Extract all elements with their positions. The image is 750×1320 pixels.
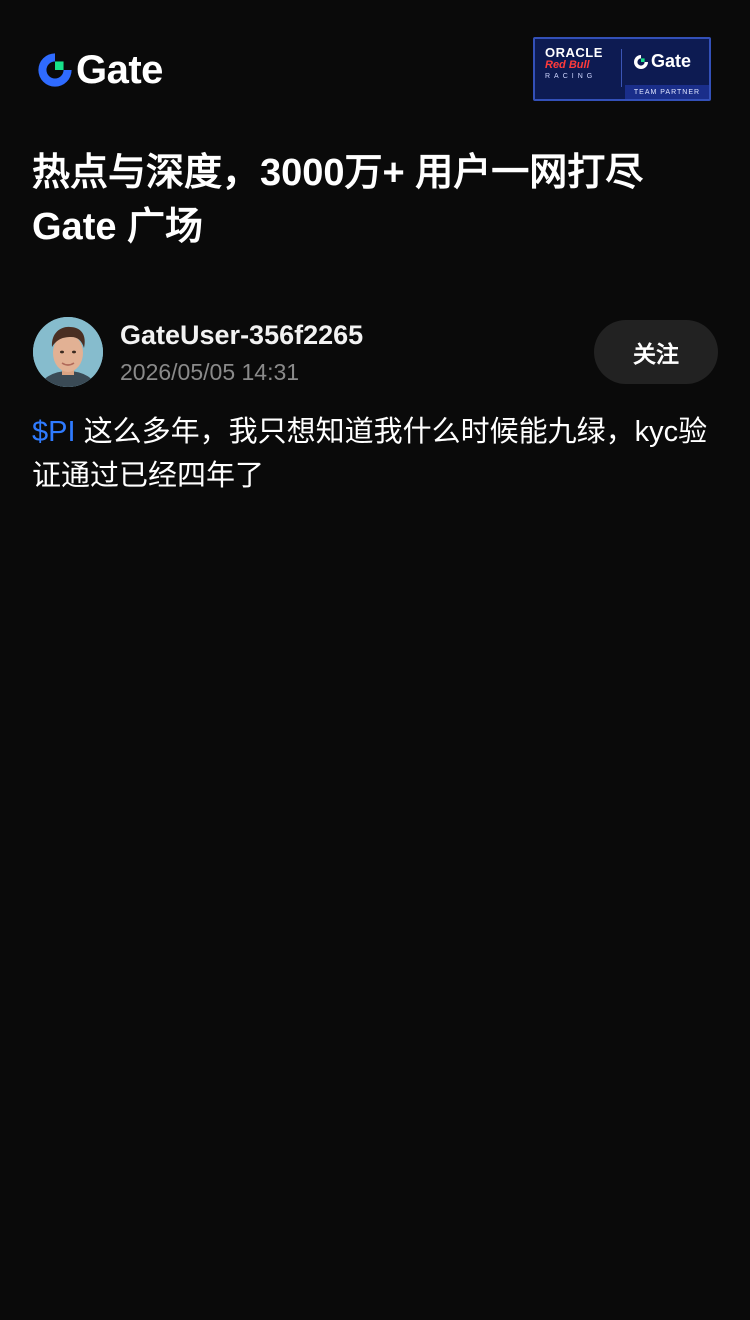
post-author-name[interactable]: GateUser-356f2265	[120, 318, 363, 352]
headline-line-1: 热点与深度，3000万+ 用户一网打尽	[32, 152, 644, 194]
page-headline: 热点与深度，3000万+ 用户一网打尽 Gate 广场	[32, 146, 722, 254]
follow-button[interactable]: 关注	[594, 320, 718, 384]
avatar-portrait-icon	[33, 317, 103, 387]
ticker-link[interactable]: $PI	[32, 416, 76, 448]
racing-text: RACING	[545, 73, 597, 80]
gate-logo-icon	[38, 53, 72, 87]
post-text: 这么多年，我只想知道我什么时候能九绿，kyc验证通过已经四年了	[32, 416, 708, 492]
top-header: Gate ORACLE Red Bull RACING Gate TEAM PA…	[0, 0, 750, 140]
post-timestamp: 2026/05/05 14:31	[120, 359, 300, 385]
badge-gate-logo: Gate	[633, 51, 691, 72]
logo-text: Gate	[76, 48, 163, 92]
post-content: $PI 这么多年，我只想知道我什么时候能九绿，kyc验证通过已经四年了	[32, 410, 712, 498]
badge-divider	[621, 49, 622, 87]
oracle-text: ORACLE	[545, 45, 603, 60]
gate-logo[interactable]: Gate	[36, 48, 163, 92]
avatar[interactable]	[33, 317, 103, 387]
team-partner-tag: TEAM PARTNER	[625, 85, 709, 99]
redbull-text: Red Bull	[545, 59, 590, 71]
headline-line-2: Gate 广场	[32, 206, 204, 248]
badge-gate-text: Gate	[651, 51, 692, 71]
gate-small-logo-icon	[634, 54, 648, 69]
team-partner-badge: ORACLE Red Bull RACING Gate TEAM PARTNER	[533, 37, 711, 101]
page: Gate ORACLE Red Bull RACING Gate TEAM PA…	[0, 0, 750, 1320]
